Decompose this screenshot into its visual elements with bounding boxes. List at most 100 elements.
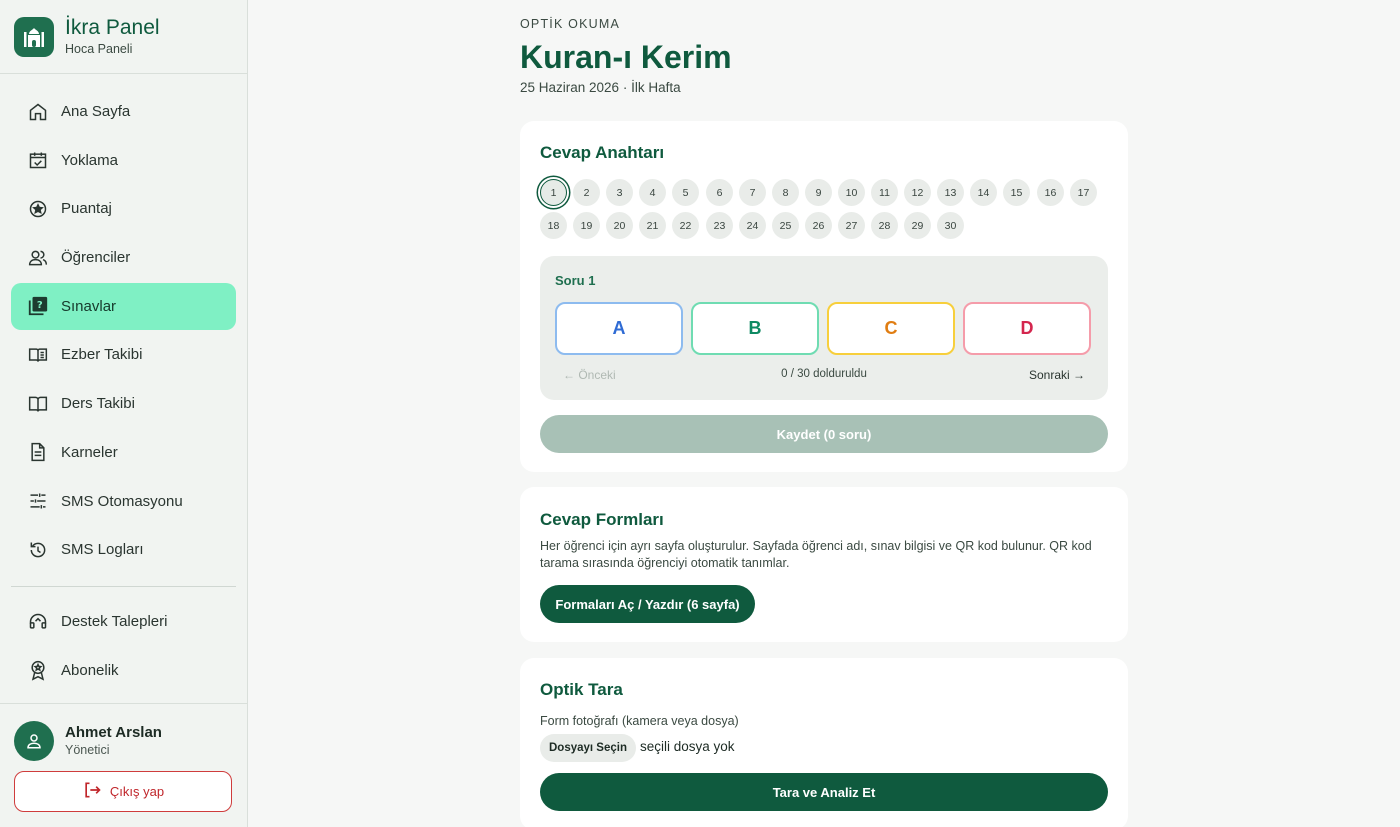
choose-file-button[interactable]: Dosyayı Seçin: [540, 734, 636, 762]
mosque-logo-icon: [14, 16, 54, 57]
fill-progress: 0 / 30 dolduruldu: [781, 368, 867, 380]
question-bubble[interactable]: 4: [639, 179, 666, 206]
nav-item-sms-otomasyonu[interactable]: SMS Otomasyonu: [11, 478, 236, 525]
nav-item-puantaj[interactable]: Puantaj: [11, 185, 236, 232]
star-circle-icon: [26, 197, 50, 221]
question-bubble[interactable]: 20: [606, 212, 633, 239]
answer-forms-card: Cevap Formları Her öğrenci için ayrı say…: [520, 487, 1128, 642]
question-bubble[interactable]: 1: [540, 179, 567, 206]
nav-label: Öğrenciler: [61, 249, 131, 267]
option-a-button[interactable]: A: [555, 302, 683, 355]
nav-label: Abonelik: [61, 661, 119, 679]
calendar-check-icon: [26, 148, 50, 172]
logout-icon: [82, 780, 110, 803]
scan-analyze-button[interactable]: Tara ve Analiz Et: [540, 773, 1108, 811]
page-eyebrow: OPTİK OKUMA: [520, 17, 621, 31]
nav-label: SMS Otomasyonu: [61, 492, 183, 510]
question-bubble[interactable]: 29: [904, 212, 931, 239]
nav-label: Ana Sayfa: [61, 103, 131, 120]
question-bubble[interactable]: 25: [772, 212, 799, 239]
nav-item-sinavlar[interactable]: ? Sınavlar: [11, 282, 236, 330]
answer-key-title: Cevap Anahtarı: [540, 143, 665, 162]
logout-button[interactable]: Çıkış yap: [14, 771, 232, 812]
sliders-icon: [26, 489, 50, 513]
users-icon: [26, 246, 50, 270]
svg-text:?: ?: [37, 300, 43, 311]
optic-scan-title: Optik Tara: [540, 680, 623, 699]
history-icon: [26, 538, 50, 562]
badge-icon: [26, 658, 50, 682]
logout-label: Çıkış yap: [109, 784, 165, 799]
question-bubble[interactable]: 23: [706, 212, 733, 239]
file-status: seçili dosya yok: [640, 739, 735, 754]
user-role: Yönetici: [65, 743, 110, 757]
question-bubble[interactable]: 7: [739, 179, 766, 206]
answer-key-card: Cevap Anahtarı 1 2 3 4 5 6 7 8 9 10 11 12 13 14 15 16 17…: [520, 121, 1128, 472]
question-bubble[interactable]: 16: [1037, 179, 1064, 206]
nav-divider: [11, 586, 236, 587]
question-bubble[interactable]: 10: [838, 179, 865, 206]
nav-label: SMS Logları: [61, 541, 144, 559]
question-bubble[interactable]: 18: [540, 212, 567, 239]
nav-item-ders-takibi[interactable]: Ders Takibi: [11, 380, 236, 427]
question-bubble[interactable]: 24: [739, 212, 766, 239]
nav-label: Karneler: [61, 443, 118, 461]
option-b-button[interactable]: B: [691, 302, 819, 355]
home-icon: [26, 100, 50, 124]
book-icon: [26, 343, 50, 367]
answer-forms-description: Her öğrenci için ayrı sayfa oluşturulur.…: [540, 539, 1092, 570]
question-bubble[interactable]: 26: [805, 212, 832, 239]
question-bubble[interactable]: 8: [772, 179, 799, 206]
user-name: Ahmet Arslan: [65, 724, 162, 741]
question-bubble[interactable]: 12: [904, 179, 931, 206]
brand: İkra Panel Hoca Paneli: [0, 0, 247, 74]
current-question-label: Soru 1: [555, 273, 596, 288]
nav-item-abonelik[interactable]: Abonelik: [11, 647, 236, 694]
quiz-icon: ?: [26, 294, 50, 318]
save-button[interactable]: Kaydet (0 soru): [540, 415, 1108, 453]
nav-item-destek-talepleri[interactable]: Destek Talepleri: [11, 598, 236, 645]
print-forms-button[interactable]: Formaları Aç / Yazdır (6 sayfa): [540, 585, 755, 623]
nav-item-ogrenciler[interactable]: Öğrenciler: [11, 234, 236, 281]
nav-label: Ders Takibi: [61, 395, 135, 413]
question-bubble[interactable]: 19: [573, 212, 600, 239]
document-icon: [26, 440, 50, 464]
question-bubble[interactable]: 13: [937, 179, 964, 206]
question-panel: Soru 1 A B C D 0 / 30 dolduruldu ← Öncek…: [540, 256, 1108, 400]
question-bubble[interactable]: 6: [706, 179, 733, 206]
option-d-button[interactable]: D: [963, 302, 1091, 355]
headset-icon: [26, 610, 50, 634]
nav-label: Yoklama: [61, 151, 118, 169]
question-bubble[interactable]: 27: [838, 212, 865, 239]
open-book-icon: [26, 392, 50, 416]
question-bubble[interactable]: 22: [672, 212, 699, 239]
file-input-label: Form fotoğrafı (kamera veya dosya): [540, 714, 739, 728]
secondary-nav: Destek Talepleri Abonelik: [11, 598, 236, 695]
nav-item-ezber-takibi[interactable]: Ezber Takibi: [11, 331, 236, 378]
question-bubble[interactable]: 9: [805, 179, 832, 206]
question-bubble[interactable]: 11: [871, 179, 898, 206]
brand-title: İkra Panel: [65, 16, 160, 39]
question-bubble[interactable]: 30: [937, 212, 964, 239]
user-box: Ahmet Arslan Yönetici Çıkış yap: [0, 703, 247, 827]
nav-label: Puantaj: [61, 200, 112, 218]
nav-label: Sınavlar: [61, 297, 117, 315]
question-bubble[interactable]: 15: [1003, 179, 1030, 206]
next-button[interactable]: Sonraki →: [1029, 368, 1085, 382]
previous-button[interactable]: ← Önceki: [563, 368, 616, 382]
nav-label: Destek Talepleri: [61, 613, 168, 630]
nav-item-sms-loglari[interactable]: SMS Logları: [11, 526, 236, 573]
question-bubble[interactable]: 21: [639, 212, 666, 239]
nav-item-karneler[interactable]: Karneler: [11, 429, 236, 476]
sidebar: İkra Panel Hoca Paneli Ana Sayfa Yoklama…: [0, 0, 248, 827]
question-bubble[interactable]: 5: [672, 179, 699, 206]
question-bubble[interactable]: 3: [606, 179, 633, 206]
question-bubble[interactable]: 14: [970, 179, 997, 206]
nav-item-yoklama[interactable]: Yoklama: [11, 137, 236, 184]
option-c-button[interactable]: C: [827, 302, 955, 355]
nav-item-ana-sayfa[interactable]: Ana Sayfa: [11, 88, 236, 135]
question-bubble[interactable]: 28: [871, 212, 898, 239]
question-bubble[interactable]: 17: [1070, 179, 1097, 206]
question-bubble[interactable]: 2: [573, 179, 600, 206]
nav-label: Ezber Takibi: [61, 346, 143, 364]
